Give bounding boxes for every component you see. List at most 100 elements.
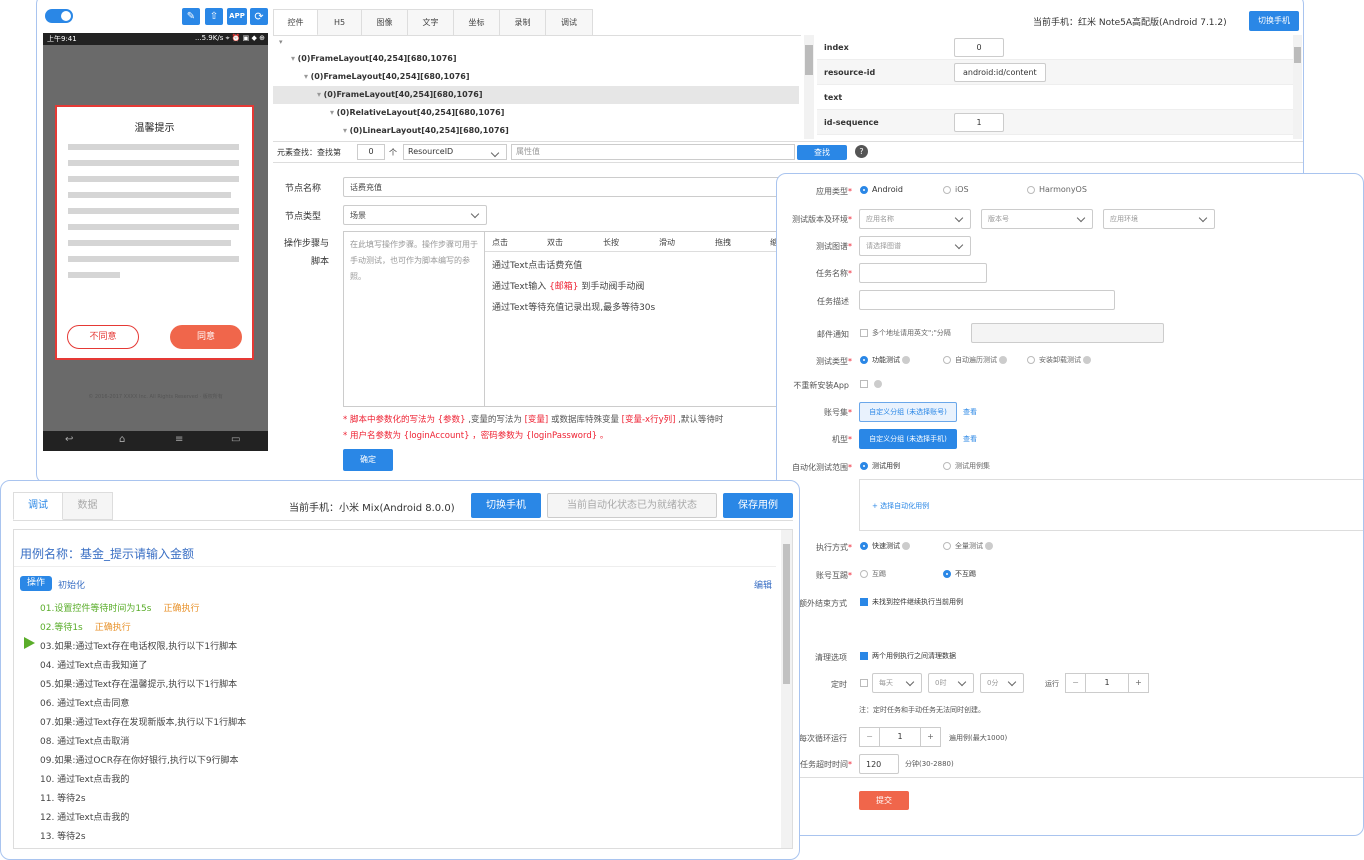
submit-button[interactable]: 提交 [859,791,909,810]
tab-image[interactable]: 图像 [362,10,408,36]
step-item[interactable]: 12. 通过Text点击我的 [40,810,129,823]
tree-node[interactable]: ▾ (0)RelativeLayout[40,254][680,1076] [330,104,504,122]
toggle-switch[interactable] [45,9,73,23]
plus-icon[interactable]: + [920,728,940,746]
run-stepper[interactable]: − 1 + [1065,673,1149,693]
plus-icon[interactable]: + [1128,674,1148,692]
timer-checkbox[interactable] [860,678,872,688]
step-item[interactable]: 11. 等待2s [40,791,86,804]
step-item[interactable]: 03.如果:通过Text存在电话权限,执行以下1行脚本 [40,639,237,652]
timer-minute-select[interactable]: 0分 [980,673,1024,693]
save-case-button[interactable]: 保存用例 [723,493,793,518]
timer-hour-select[interactable]: 0时 [928,673,974,693]
radio-android[interactable]: Android [860,185,903,194]
node-type-select[interactable]: 场景 [343,205,487,225]
mail-input[interactable] [971,323,1164,343]
no-reinstall-checkbox[interactable] [860,379,882,389]
step-item[interactable]: 07.如果:通过Text存在发现新版本,执行以下1行脚本 [40,715,246,728]
timer-day-select[interactable]: 每天 [872,673,922,693]
action-long-press[interactable]: 长按 [603,237,619,248]
step-item[interactable]: 09.如果:通过OCR存在你好银行,执行以下9行脚本 [40,753,239,766]
refresh-icon[interactable]: ⟳ [250,8,268,25]
radio-ios[interactable]: iOS [943,185,969,194]
cleaner-icon[interactable]: ✎ [182,8,200,25]
upload-icon[interactable]: ⇧ [205,8,223,25]
prop-value[interactable]: 0 [954,38,1004,57]
step-item[interactable]: 04. 通过Text点击我知道了 [40,658,147,671]
radio-auto-traverse[interactable]: 自动遍历测试 [943,355,1007,365]
debug-switch-device-button[interactable]: 切换手机 [471,493,541,518]
cleanup-checkbox[interactable]: 两个用例执行之间清理数据 [860,651,956,661]
tab-text[interactable]: 文字 [408,10,454,36]
extra-end-checkbox[interactable]: 未找到控件继续执行当前用例 [860,597,963,607]
attribute-value-input[interactable]: 属性值 [511,144,795,160]
step-item[interactable]: 02.等待1s 正确执行 [40,620,131,633]
step-item[interactable]: 10. 通过Text点击我的 [40,772,129,785]
radio-harmonyos[interactable]: HarmonyOS [1027,185,1087,194]
radio-full-test[interactable]: 全量测试 [943,541,993,551]
account-group-button[interactable]: 自定义分组 (未选择账号) [859,402,957,422]
node-name-input[interactable]: 话费充值 [343,177,787,197]
prop-value[interactable]: 1 [954,113,1004,132]
version-select[interactable]: 版本号 [981,209,1093,229]
step-item[interactable]: 08. 通过Text点击取消 [40,734,129,747]
action-drag[interactable]: 拖拽 [715,237,731,248]
minus-icon[interactable]: − [860,728,880,746]
task-name-input[interactable] [859,263,987,283]
back-icon[interactable]: ↩ [65,434,73,445]
disagree-button[interactable]: 不同意 [67,325,139,349]
radio-no-swap[interactable]: 不互踢 [943,569,976,579]
confirm-button[interactable]: 确定 [343,449,393,471]
radio-test-case[interactable]: 测试用例 [860,461,900,471]
tree-node[interactable]: ▾ (0)FrameLayout[40,254][680,1076] [291,50,456,68]
app-icon[interactable]: APP [227,8,247,25]
radio-function-test[interactable]: 功能测试 [860,355,910,365]
operation-tab[interactable]: 操作 [20,576,52,591]
test-graph-select[interactable]: 请选择图谱 [859,236,971,256]
tab-h5[interactable]: H5 [318,10,362,36]
loop-stepper[interactable]: − 1 + [859,727,941,747]
app-name-select[interactable]: 应用名称 [859,209,971,229]
select-case-link[interactable]: + 选择自动化用例 [872,501,929,511]
help-icon[interactable]: ? [855,145,868,158]
radio-swap[interactable]: 互踢 [860,569,886,579]
device-group-button[interactable]: 自定义分组 (未选择手机) [859,429,957,449]
tree-root-caret[interactable]: ▾ [279,38,283,46]
agree-button[interactable]: 同意 [170,325,242,349]
mail-checkbox[interactable]: 多个地址请用英文";"分隔 [860,328,951,338]
tree-node[interactable]: ▾ (0)LinearLayout[40,254][680,1076] [343,122,509,140]
task-desc-input[interactable] [859,290,1115,310]
minus-icon[interactable]: − [1066,674,1086,692]
steps-textarea[interactable]: 在此填写操作步骤。操作步骤可用于手动测试，也可作为脚本编写的参照。 [343,231,485,407]
tab-record[interactable]: 录制 [500,10,546,36]
search-type-select[interactable]: ResourceID [403,144,507,160]
tab-controls[interactable]: 控件 [274,10,318,36]
step-item[interactable]: 05.如果:通过Text存在温馨提示,执行以下1行脚本 [40,677,237,690]
tree-node-selected[interactable]: ▾ (0)FrameLayout[40,254][680,1076] [273,86,799,104]
env-select[interactable]: 应用环境 [1103,209,1215,229]
timeout-input[interactable]: 120 [859,754,899,774]
menu-icon[interactable]: ≡ [175,434,183,445]
tab-debug-panel[interactable]: 调试 [13,492,63,520]
radio-fast-test[interactable]: 快速测试 [860,541,910,551]
radio-test-case-set[interactable]: 测试用例集 [943,461,990,471]
switch-device-button[interactable]: 切换手机 [1249,11,1299,31]
step-item[interactable]: 06. 通过Text点击同意 [40,696,129,709]
tree-scrollbar[interactable] [804,35,814,139]
recent-icon[interactable]: ▭ [231,434,240,445]
action-swipe[interactable]: 滑动 [659,237,675,248]
case-scrollbar[interactable] [781,530,792,848]
action-click[interactable]: 点击 [492,237,508,248]
account-view-link[interactable]: 查看 [963,407,977,417]
prop-scrollbar[interactable] [1293,35,1302,139]
home-icon[interactable]: ⌂ [119,434,125,445]
edit-link[interactable]: 编辑 [754,578,772,591]
device-view-link[interactable]: 查看 [963,434,977,444]
tab-coordinate[interactable]: 坐标 [454,10,500,36]
search-index-input[interactable]: 0 [357,144,385,160]
tab-data-panel[interactable]: 数据 [63,492,113,520]
init-tab[interactable]: 初始化 [58,578,85,591]
prop-value[interactable]: android:id/content [954,63,1046,82]
tab-debug[interactable]: 调试 [546,10,592,36]
tree-node[interactable]: ▾ (0)FrameLayout[40,254][680,1076] [304,68,469,86]
